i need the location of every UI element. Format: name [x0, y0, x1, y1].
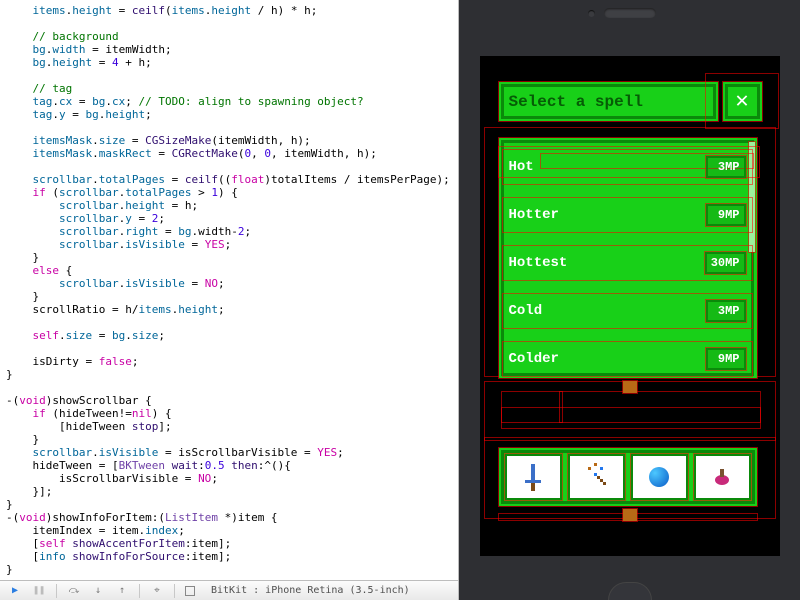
- code-editor[interactable]: items.height = ceilf(items.height / h) *…: [0, 0, 459, 600]
- debug-view-icon[interactable]: ⌖: [150, 584, 164, 598]
- device-screen: Select a spell ✕ Hot 3MP Hotter 9MP Hott…: [480, 56, 780, 556]
- code-line: // tag: [6, 82, 453, 95]
- spell-row[interactable]: Hot 3MP: [503, 150, 752, 184]
- tag-arrow-down-icon: [623, 509, 637, 521]
- code-line: itemIndex = item.index;: [6, 524, 453, 537]
- wand-icon: [588, 467, 604, 487]
- toolbar-item-orb[interactable]: [631, 454, 688, 500]
- code-line: [6, 69, 453, 82]
- spell-row[interactable]: Hotter 9MP: [503, 198, 752, 232]
- code-line: tag.cx = bg.cx; // TODO: align to spawni…: [6, 95, 453, 108]
- code-line: scrollRatio = h/items.height;: [6, 303, 453, 316]
- code-line: // background: [6, 30, 453, 43]
- item-toolbar: [499, 448, 757, 506]
- code-line: [self showAccentForItem:item];: [6, 537, 453, 550]
- spell-name: Hotter: [509, 207, 706, 223]
- info-band: [502, 408, 760, 428]
- code-line: [info showInfoForSource:item];: [6, 550, 453, 563]
- tag-arrow-up-icon: [623, 381, 637, 393]
- code-line: tag.y = bg.height;: [6, 108, 453, 121]
- code-line: }: [6, 290, 453, 303]
- spell-cost: 9MP: [706, 348, 746, 370]
- device-speaker-icon: [604, 8, 656, 18]
- close-icon: ✕: [735, 91, 748, 113]
- code-line: scrollbar.height = h;: [6, 199, 453, 212]
- code-line: bg.width = itemWidth;: [6, 43, 453, 56]
- code-line: }: [6, 498, 453, 511]
- step-out-icon[interactable]: ↑: [115, 584, 129, 598]
- spell-cost: 3MP: [706, 156, 746, 178]
- simulator-pane: ➤ Select a spell ✕ Hot 3MP Hotter 9MP: [459, 0, 800, 600]
- code-line: }: [6, 251, 453, 264]
- pause-icon[interactable]: ❚❚: [32, 584, 46, 598]
- code-line: -(void)showScrollbar {: [6, 394, 453, 407]
- debug-toolbar: ▶ ❚❚ ⤼ ↓ ↑ ⌖ BitKit : iPhone Retina (3.5…: [0, 580, 459, 600]
- code-line: }: [6, 368, 453, 381]
- code-line: self.size = bg.size;: [6, 329, 453, 342]
- code-line: scrollbar.right = bg.width-2;: [6, 225, 453, 238]
- code-line: scrollbar.totalPages = ceilf((float)tota…: [6, 173, 453, 186]
- code-line: -(void)showInfoForItem:(ListItem *)item …: [6, 511, 453, 524]
- code-line: [hideTween stop];: [6, 420, 453, 433]
- spell-name: Cold: [509, 303, 706, 319]
- close-button[interactable]: ✕: [723, 82, 762, 121]
- spell-picker-title: Select a spell: [499, 82, 718, 121]
- code-line: itemsMask.size = CGSizeMake(itemWidth, h…: [6, 134, 453, 147]
- step-in-icon[interactable]: ↓: [91, 584, 105, 598]
- code-line: isDirty = false;: [6, 355, 453, 368]
- orb-icon: [649, 467, 669, 487]
- toolbar-item-sword[interactable]: [505, 454, 562, 500]
- potion-icon: [715, 469, 729, 485]
- spell-cost: 30MP: [705, 252, 746, 274]
- spell-cost: 3MP: [706, 300, 746, 322]
- code-line: bg.height = 4 + h;: [6, 56, 453, 69]
- code-line: [6, 121, 453, 134]
- spell-name: Colder: [509, 351, 706, 367]
- debug-target-label: BitKit : iPhone Retina (3.5-inch): [211, 585, 410, 596]
- code-line: if (scrollbar.totalPages > 1) {: [6, 186, 453, 199]
- toolbar-item-potion[interactable]: [694, 454, 751, 500]
- title-label: Select a spell: [509, 93, 643, 111]
- code-line: isScrollbarVisible = NO;: [6, 472, 453, 485]
- code-line: [6, 17, 453, 30]
- code-line: items.height = ceilf(items.height / h) *…: [6, 4, 453, 17]
- code-line: [6, 342, 453, 355]
- code-line: scrollbar.isVisible = YES;: [6, 238, 453, 251]
- code-line: }: [6, 563, 453, 576]
- code-line: if (hideTween!=nil) {: [6, 407, 453, 420]
- code-line: scrollbar.isVisible = NO;: [6, 277, 453, 290]
- code-line: hideTween = [BKTween wait:0.5 then:^(){: [6, 459, 453, 472]
- spell-name: Hot: [509, 159, 706, 175]
- code-line: itemsMask.maskRect = CGRectMake(0, 0, it…: [6, 147, 453, 160]
- code-line: [6, 381, 453, 394]
- code-line: }];: [6, 485, 453, 498]
- sword-icon: [531, 464, 535, 490]
- spell-cost: 9MP: [706, 204, 746, 226]
- device-camera-icon: [588, 10, 595, 17]
- code-line: [6, 160, 453, 173]
- code-line: [6, 316, 453, 329]
- spell-name: Hottest: [509, 255, 705, 271]
- target-icon: [185, 586, 195, 596]
- device-home-button[interactable]: [608, 582, 652, 600]
- toolbar-item-wand[interactable]: [568, 454, 625, 500]
- spell-row[interactable]: Cold 3MP: [503, 294, 752, 328]
- code-line: scrollbar.isVisible = isScrollbarVisible…: [6, 446, 453, 459]
- code-line: scrollbar.y = 2;: [6, 212, 453, 225]
- spell-row[interactable]: Hottest 30MP: [503, 246, 752, 280]
- code-line: else {: [6, 264, 453, 277]
- spell-row[interactable]: Colder 9MP: [503, 342, 752, 376]
- step-over-icon[interactable]: ⤼: [67, 584, 81, 598]
- code-line: }: [6, 433, 453, 446]
- continue-icon[interactable]: ▶: [8, 584, 22, 598]
